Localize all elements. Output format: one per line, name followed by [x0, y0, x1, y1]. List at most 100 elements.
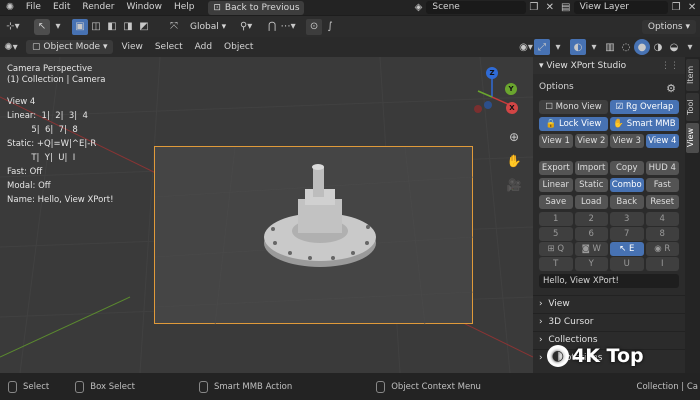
import-button[interactable]: Import [574, 161, 608, 175]
panel-title-row[interactable]: ▾ View XPort Studio ⋮⋮ [533, 57, 685, 74]
back-button[interactable]: Back [610, 195, 644, 209]
tab-view[interactable]: View [686, 123, 699, 153]
slot-4-button[interactable]: 4 [645, 212, 679, 226]
rg-overlap-toggle[interactable]: ☑ Rg Overlap [610, 100, 679, 114]
shading-wireframe-icon[interactable]: ◌ [618, 39, 634, 55]
slot-3-button[interactable]: 3 [610, 212, 644, 226]
zoom-icon[interactable]: ⊕ [506, 129, 522, 145]
header-object-menu[interactable]: Object [218, 40, 259, 55]
shading-material-icon[interactable]: ◑ [650, 39, 666, 55]
hud-4-button[interactable]: HUD 4 [645, 161, 679, 175]
editor-type-icon[interactable]: ⊹▾ [0, 19, 26, 35]
fast-button[interactable]: Fast [645, 178, 679, 192]
menu-edit[interactable]: Edit [47, 0, 76, 15]
gizmo-z[interactable]: Z [486, 67, 498, 79]
snap-magnet-icon[interactable]: ⋂ [264, 19, 280, 35]
lock-view-button[interactable]: 🔒 Lock View [539, 117, 608, 131]
header-add-menu[interactable]: Add [189, 40, 218, 55]
slot-5-button[interactable]: 5 [539, 227, 573, 241]
back-to-previous-button[interactable]: ⊡ Back to Previous [208, 0, 305, 15]
linear-button[interactable]: Linear [539, 178, 573, 192]
name-text-field[interactable]: Hello, View XPort! [539, 274, 679, 288]
navigation-gizmo[interactable]: Z Y X [468, 67, 524, 123]
xray-icon[interactable]: ▥ [602, 39, 618, 55]
chevron-down-icon[interactable]: ▾ [586, 39, 602, 55]
tab-tool[interactable]: Tool [686, 93, 699, 121]
camera-view-icon[interactable]: 🎥 [506, 177, 522, 193]
rg-overlap-label: Rg Overlap [625, 102, 674, 112]
menu-render[interactable]: Render [76, 0, 120, 15]
tab-item[interactable]: Item [686, 59, 699, 91]
viewport-editor-icon[interactable]: ✺▾ [0, 39, 22, 55]
proportional-edit-icon[interactable]: ⊙ [306, 18, 323, 35]
mode-invert-icon[interactable]: ◨ [120, 19, 136, 35]
visibility-icon[interactable]: ◉▾ [518, 39, 534, 55]
overlay-toggle-icon[interactable]: ◐ [570, 39, 586, 55]
menu-help[interactable]: Help [168, 0, 201, 15]
close-layer-icon[interactable]: ✕ [684, 0, 700, 16]
copy-scene-icon[interactable]: ❐ [526, 0, 542, 16]
view-3-button[interactable]: View 3 [610, 134, 644, 148]
copy-layer-icon[interactable]: ❐ [668, 0, 684, 16]
header-view-menu[interactable]: View [115, 40, 148, 55]
export-button[interactable]: Export [539, 161, 573, 175]
view-section[interactable]: › View [533, 295, 685, 312]
view-4-button[interactable]: View 4 [645, 134, 679, 148]
options-dropdown[interactable]: Options ▾ [641, 19, 696, 34]
shading-rendered-icon[interactable]: ◒ [666, 39, 682, 55]
key-i-button[interactable]: I [645, 257, 679, 271]
mode-new-icon[interactable]: ▣ [72, 18, 88, 35]
chevron-down-icon[interactable]: ▾ [50, 19, 66, 35]
gizmo-y[interactable]: Y [505, 83, 517, 95]
key-r-button[interactable]: ◉ R [645, 242, 679, 256]
static-button[interactable]: Static [574, 178, 608, 192]
save-button[interactable]: Save [539, 195, 573, 209]
mode-extend-icon[interactable]: ◫ [88, 19, 104, 35]
orientation-dropdown[interactable]: Global ▾ [184, 20, 232, 34]
chevron-down-icon[interactable]: ▾ [550, 39, 566, 55]
3d-cursor-section[interactable]: › 3D Cursor [533, 313, 685, 330]
falloff-icon[interactable]: ∫ [322, 19, 338, 35]
3d-viewport[interactable]: Camera Perspective (1) Collection | Came… [0, 57, 533, 373]
drag-handle-icon[interactable]: ⋮⋮ [661, 61, 679, 71]
slot-8-button[interactable]: 8 [645, 227, 679, 241]
key-y-button[interactable]: Y [574, 257, 608, 271]
reset-button[interactable]: Reset [645, 195, 679, 209]
gizmo-x[interactable]: X [506, 102, 518, 114]
view-2-button[interactable]: View 2 [574, 134, 608, 148]
view-layer-field[interactable]: View Layer [573, 1, 669, 14]
mono-view-toggle[interactable]: ☐ Mono View [539, 100, 608, 114]
menu-file[interactable]: File [20, 0, 47, 15]
shading-solid-icon[interactable]: ● [634, 39, 650, 55]
menu-window[interactable]: Window [120, 0, 168, 15]
key-t-button[interactable]: T [539, 257, 573, 271]
mode-subtract-icon[interactable]: ◧ [104, 19, 120, 35]
key-e-button[interactable]: ↖ E [610, 242, 644, 256]
pan-hand-icon[interactable]: ✋ [506, 153, 522, 169]
snap-target-icon[interactable]: ⋯▾ [280, 19, 296, 35]
copy-button[interactable]: Copy [610, 161, 644, 175]
slot-7-button[interactable]: 7 [610, 227, 644, 241]
select-tool-icon[interactable]: ↖ [34, 18, 50, 35]
gizmo-toggle-icon[interactable]: ⤢ [534, 39, 550, 55]
pivot-icon[interactable]: ⚲▾ [238, 19, 254, 35]
smart-mmb-button[interactable]: ✋ Smart MMB [610, 117, 679, 131]
gear-icon[interactable]: ⚙ [663, 80, 679, 96]
key-w-button[interactable]: ◙ W [574, 242, 608, 256]
mode-intersect-icon[interactable]: ◩ [136, 19, 152, 35]
key-u-button[interactable]: U [610, 257, 644, 271]
slot-1-button[interactable]: 1 [539, 212, 573, 226]
chevron-down-icon[interactable]: ▾ [682, 39, 698, 55]
view-1-button[interactable]: View 1 [539, 134, 573, 148]
scene-field[interactable]: Scene [426, 1, 526, 14]
slot-6-button[interactable]: 6 [574, 227, 608, 241]
header-select-menu[interactable]: Select [149, 40, 189, 55]
key-q-button[interactable]: ⊞ Q [539, 242, 573, 256]
close-scene-icon[interactable]: ✕ [542, 0, 558, 16]
watermark-logo: ◐ 4K Top [547, 345, 644, 367]
blender-logo-icon[interactable]: ✺ [0, 0, 20, 16]
combo-button[interactable]: Combo [610, 178, 644, 192]
slot-2-button[interactable]: 2 [574, 212, 608, 226]
object-mode-dropdown[interactable]: ▢ Object Mode ▾ [26, 40, 114, 54]
load-button[interactable]: Load [574, 195, 608, 209]
